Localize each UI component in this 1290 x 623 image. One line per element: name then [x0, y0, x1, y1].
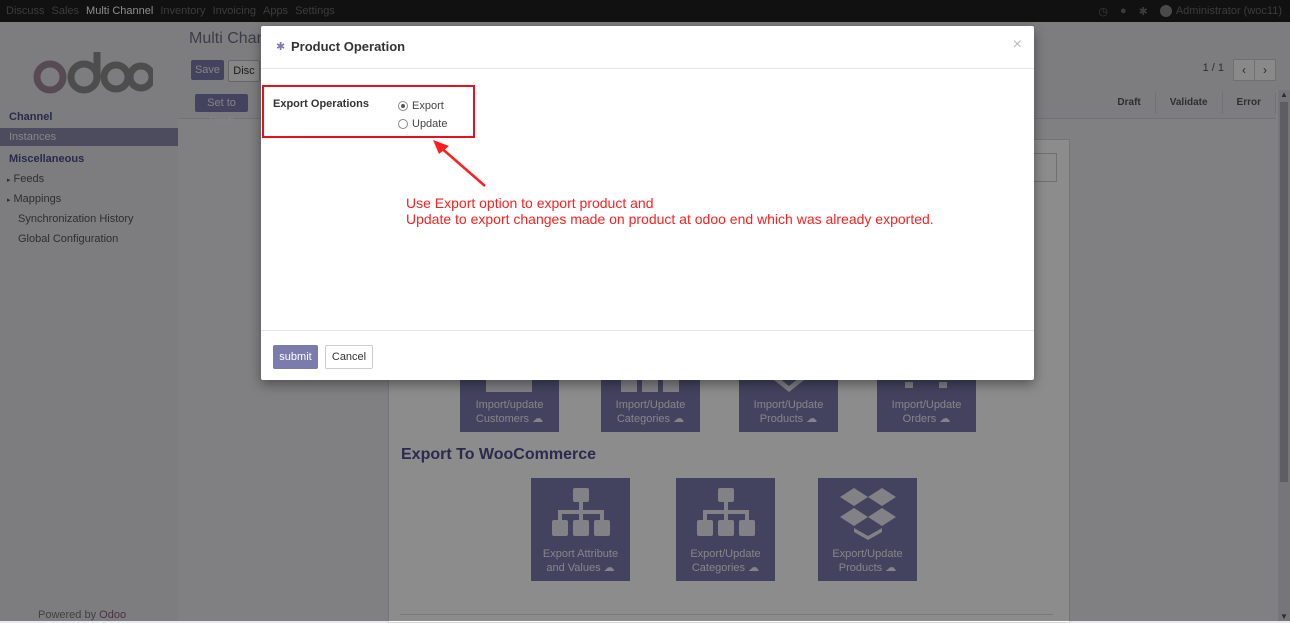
radio-label: Update [412, 118, 448, 130]
radio-export[interactable]: Export [398, 100, 444, 112]
submit-button[interactable]: submit [273, 345, 318, 369]
annotation-line: Use Export option to export product and [406, 195, 654, 211]
cancel-button[interactable]: Cancel [325, 345, 373, 369]
export-operations-label: Export Operations [273, 98, 369, 110]
radio-label: Export [412, 100, 444, 112]
annotation-text: Use Export option to export product and … [406, 195, 934, 227]
annotation-line: Update to export changes made on product… [406, 211, 934, 227]
modal-footer: submit Cancel [261, 330, 1034, 381]
modal-title: Product Operation [291, 39, 406, 54]
radio-checked-icon[interactable] [398, 101, 408, 111]
product-operation-dialog: ✱ Product Operation × Export Operations … [261, 26, 1034, 380]
annotation-arrow-icon [433, 140, 486, 187]
radio-unchecked-icon[interactable] [398, 119, 408, 129]
bug-icon: ✱ [276, 41, 286, 53]
radio-update[interactable]: Update [398, 118, 447, 130]
close-icon[interactable]: × [1013, 36, 1022, 54]
modal-header: ✱ Product Operation × [261, 26, 1034, 69]
